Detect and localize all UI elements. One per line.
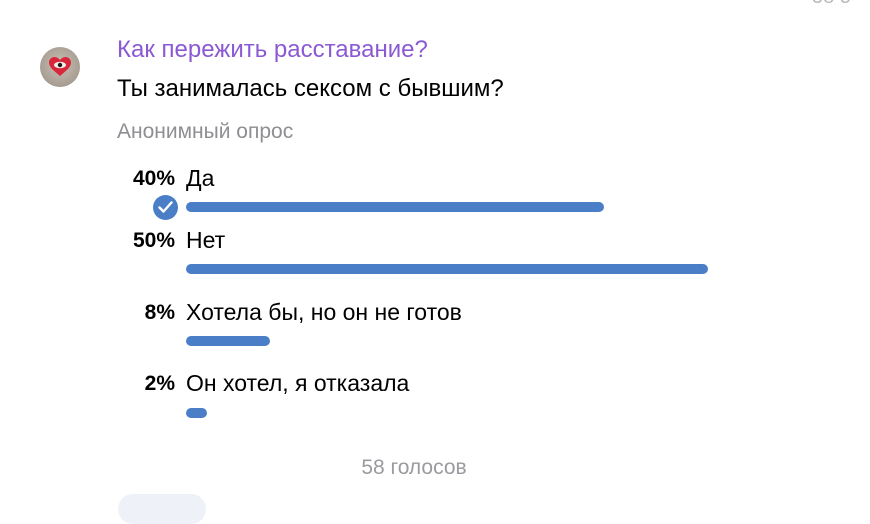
votes-count[interactable]: 58 голосов xyxy=(0,456,828,480)
avatar[interactable] xyxy=(40,47,80,87)
option-bar xyxy=(186,264,708,274)
poll-question: Ты занималась сексом с бывшим? xyxy=(117,75,504,102)
option-bar-track xyxy=(186,202,708,212)
option-bar-track xyxy=(186,336,708,346)
action-button[interactable] xyxy=(118,494,206,524)
vote-count-corner: 58 o xyxy=(812,0,851,9)
poll-type: Анонимный опрос xyxy=(117,120,294,143)
option-bar-track xyxy=(186,408,708,418)
option-bar xyxy=(186,336,270,346)
option-percent: 50% xyxy=(132,229,175,252)
poll-option[interactable]: 40% Да xyxy=(0,165,870,227)
checkmark-icon xyxy=(158,201,173,213)
option-label: Хотела бы, но он не готов xyxy=(186,299,462,325)
option-label: Он хотел, я отказала xyxy=(186,370,410,396)
option-label: Да xyxy=(186,165,215,191)
option-bar-track xyxy=(186,264,708,274)
heart-eye-icon xyxy=(49,57,71,76)
option-percent: 8% xyxy=(144,301,175,324)
poll-option[interactable]: 50% Нет xyxy=(0,227,870,289)
option-bar xyxy=(186,408,207,418)
poll-option[interactable]: 8% Хотела бы, но он не готов xyxy=(0,299,870,361)
option-label: Нет xyxy=(186,227,226,253)
option-bar xyxy=(186,202,604,212)
option-percent: 40% xyxy=(132,167,175,190)
option-percent: 2% xyxy=(144,372,175,395)
poll-option[interactable]: 2% Он хотел, я отказала xyxy=(0,370,870,432)
voted-check-badge xyxy=(153,195,178,220)
group-name[interactable]: Как пережить расставание? xyxy=(117,36,428,64)
